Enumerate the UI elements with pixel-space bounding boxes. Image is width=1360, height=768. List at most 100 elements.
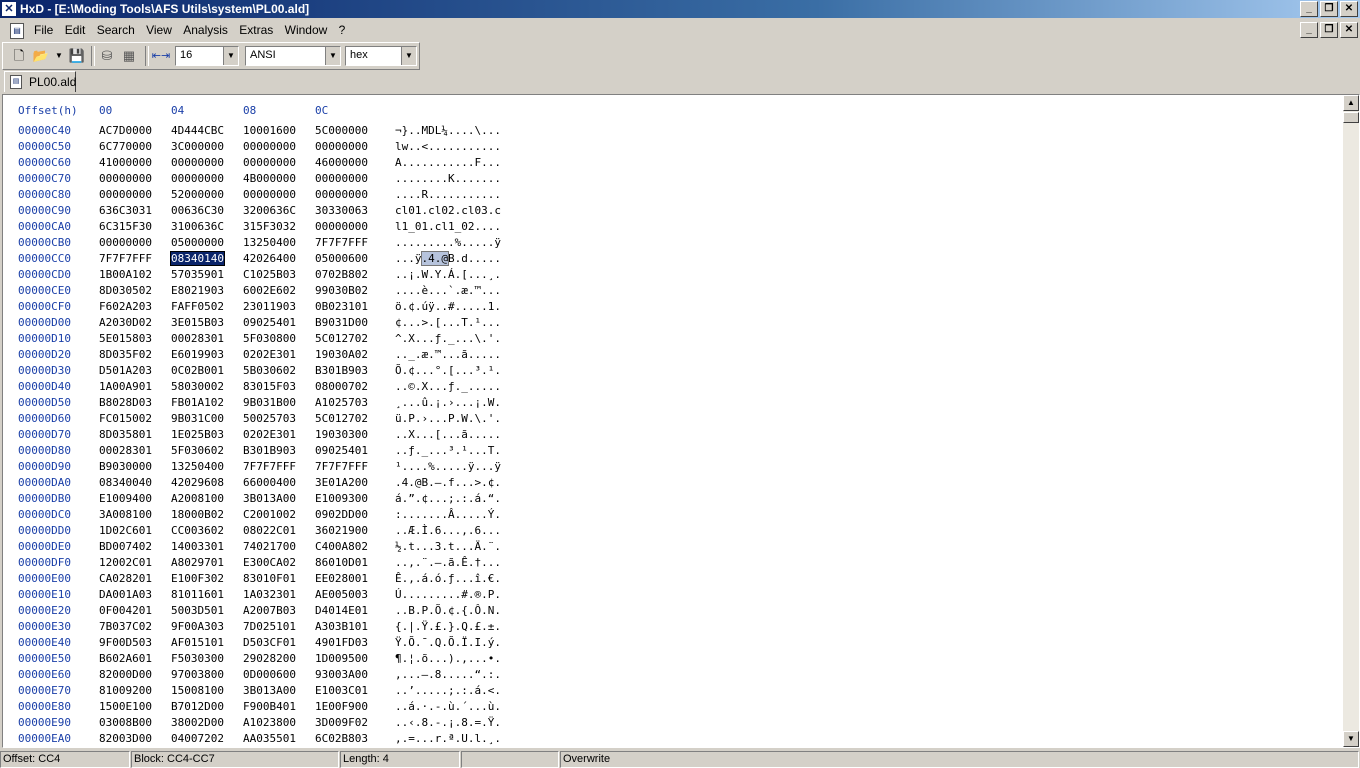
hex-byte-group[interactable]: 42029608 (171, 476, 224, 489)
text-column[interactable]: ¶.¦.õ...).‚...•. (395, 652, 501, 665)
text-column[interactable]: l1_01.cl1_02.... (395, 220, 501, 233)
hex-byte-group[interactable]: 9B031B00 (243, 396, 296, 409)
text-column[interactable]: .._.æ.™...ã..... (395, 348, 501, 361)
menu-view[interactable]: View (142, 23, 176, 37)
hex-byte-group[interactable]: 50025703 (243, 412, 296, 425)
hex-byte-group[interactable]: E8021903 (171, 284, 224, 297)
text-column[interactable]: :.......Â.....Ý. (395, 508, 501, 521)
hex-byte-group[interactable]: 0D000600 (243, 668, 296, 681)
scroll-thumb[interactable] (1343, 112, 1359, 123)
hex-byte-group[interactable]: F900B401 (243, 700, 296, 713)
hex-byte-group[interactable]: AA035501 (243, 732, 296, 745)
menu-edit[interactable]: Edit (61, 23, 90, 37)
hex-byte-group[interactable]: B9030000 (99, 460, 152, 473)
selected-text-block[interactable]: .4.@ (420, 251, 449, 266)
hex-byte-group[interactable]: 8D030502 (99, 284, 152, 297)
hex-byte-group[interactable]: 4901FD03 (315, 636, 368, 649)
hex-byte-group[interactable]: 3200636C (243, 204, 296, 217)
menu-extras[interactable]: Extras (235, 23, 277, 37)
text-column[interactable]: ^.X...ƒ._...\.'. (395, 332, 501, 345)
hex-byte-group[interactable]: A2030D02 (99, 316, 152, 329)
close-button[interactable]: ✕ (1340, 1, 1358, 17)
text-column[interactable]: ..‹.8.-.¡.8.=.Ÿ. (395, 716, 501, 729)
text-column[interactable]: ..X...[...ã..... (395, 428, 501, 441)
open-file-icon[interactable]: 📂 (31, 46, 51, 66)
text-column[interactable]: ....R........... (395, 188, 501, 201)
hex-byte-group[interactable]: 10001600 (243, 124, 296, 137)
hex-byte-group[interactable]: 9F00A303 (171, 620, 224, 633)
hex-byte-group[interactable]: 5003D501 (171, 604, 224, 617)
hex-byte-group[interactable]: 86010D01 (315, 556, 368, 569)
hex-byte-group[interactable]: 18000B02 (171, 508, 224, 521)
hex-byte-group[interactable]: 7F7F7FFF (315, 236, 368, 249)
hex-byte-group[interactable]: 08000702 (315, 380, 368, 393)
hex-byte-group[interactable]: 13250400 (171, 460, 224, 473)
hex-byte-group[interactable]: 8D035F02 (99, 348, 152, 361)
hex-byte-group[interactable]: 30330063 (315, 204, 368, 217)
hex-byte-group[interactable]: D501A203 (99, 364, 152, 377)
ram-icon[interactable]: ▦ (119, 46, 139, 66)
doc-restore-button[interactable]: ❐ (1320, 22, 1338, 38)
hex-byte-group[interactable]: 9B031C00 (171, 412, 224, 425)
text-column[interactable]: ....è...`.æ.™... (395, 284, 501, 297)
text-column[interactable]: lw..<........... (395, 140, 501, 153)
hex-byte-group[interactable]: 5F030800 (243, 332, 296, 345)
text-column[interactable]: ½.t...3.t...Ä.¨. (395, 540, 501, 553)
hex-byte-group[interactable]: 00000000 (315, 220, 368, 233)
hex-byte-group[interactable]: 0902DD00 (315, 508, 368, 521)
text-column[interactable]: ..B.P.Õ.¢.{.Ô.N. (395, 604, 501, 617)
hex-byte-group[interactable]: A2008100 (171, 492, 224, 505)
hex-byte-group[interactable]: F602A203 (99, 300, 152, 313)
hex-byte-group[interactable]: 42026400 (243, 252, 296, 265)
status-mode[interactable]: Overwrite (560, 751, 1359, 768)
hex-byte-group[interactable]: 00636C30 (171, 204, 224, 217)
hex-byte-group[interactable]: 1D009500 (315, 652, 368, 665)
document-icon[interactable]: ▤ (10, 23, 24, 39)
hex-byte-group[interactable]: 5B030602 (243, 364, 296, 377)
hex-byte-group[interactable]: 00000000 (99, 188, 152, 201)
hex-byte-group[interactable]: EE028001 (315, 572, 368, 585)
hex-byte-group[interactable]: 1E00F900 (315, 700, 368, 713)
hex-byte-group[interactable]: 1E025B03 (171, 428, 224, 441)
chevron-down-icon[interactable]: ▼ (401, 47, 416, 65)
hex-byte-group[interactable]: 5C012702 (315, 412, 368, 425)
hex-byte-group[interactable]: 6C02B803 (315, 732, 368, 745)
hex-byte-group[interactable]: CC003602 (171, 524, 224, 537)
text-column[interactable]: ‚.=...r.ª.U.l.¸. (395, 732, 501, 745)
hex-byte-group[interactable]: 6C315F30 (99, 220, 152, 233)
hex-byte-group[interactable]: D4014E01 (315, 604, 368, 617)
bytes-per-row-select[interactable]: 16 ▼ (175, 46, 239, 66)
text-column[interactable]: ........K....... (395, 172, 501, 185)
hex-byte-group[interactable]: 1D02C601 (99, 524, 152, 537)
disk-icon[interactable]: ⛁ (97, 46, 117, 66)
hex-byte-group[interactable]: 5E015803 (99, 332, 152, 345)
text-column[interactable]: ..©.X...ƒ._..... (395, 380, 501, 393)
hex-byte-group[interactable]: AC7D0000 (99, 124, 152, 137)
hxd-logo-icon[interactable]: ✕ (2, 2, 16, 16)
hex-byte-group[interactable]: 7F7F7FFF (99, 252, 152, 265)
hex-byte-group[interactable]: 00000000 (243, 140, 296, 153)
hex-byte-group[interactable]: E1009400 (99, 492, 152, 505)
text-column[interactable]: ¹....%.....ÿ...ÿ (395, 460, 501, 473)
hex-byte-group[interactable]: FB01A102 (171, 396, 224, 409)
hex-byte-group[interactable]: C2001002 (243, 508, 296, 521)
hex-byte-group[interactable]: F5030300 (171, 652, 224, 665)
hex-byte-group[interactable]: 00000000 (243, 188, 296, 201)
text-column[interactable]: A...........F... (395, 156, 501, 169)
text-column[interactable]: ..,.¨.—.ã.Ê.†... (395, 556, 501, 569)
save-icon[interactable]: 💾 (67, 46, 87, 66)
hex-byte-group[interactable]: 58030002 (171, 380, 224, 393)
hex-byte-group[interactable]: 0C02B001 (171, 364, 224, 377)
hex-byte-group[interactable]: 08022C01 (243, 524, 296, 537)
text-column[interactable]: Ú.........#.®.P. (395, 588, 501, 601)
hex-byte-group[interactable]: A8029701 (171, 556, 224, 569)
text-column[interactable]: ..¡.W.Y.Á.[...¸. (395, 268, 501, 281)
hex-byte-group[interactable]: 83010F01 (243, 572, 296, 585)
text-column[interactable]: ..ƒ._...³.¹...T. (395, 444, 501, 457)
hex-byte-group[interactable]: 3E01A200 (315, 476, 368, 489)
hex-byte-group[interactable]: A1023800 (243, 716, 296, 729)
hex-byte-group[interactable]: 0202E301 (243, 348, 296, 361)
hex-byte-group[interactable]: 00028301 (99, 444, 152, 457)
hex-byte-group[interactable]: B602A601 (99, 652, 152, 665)
menu-file[interactable]: File (30, 23, 57, 37)
